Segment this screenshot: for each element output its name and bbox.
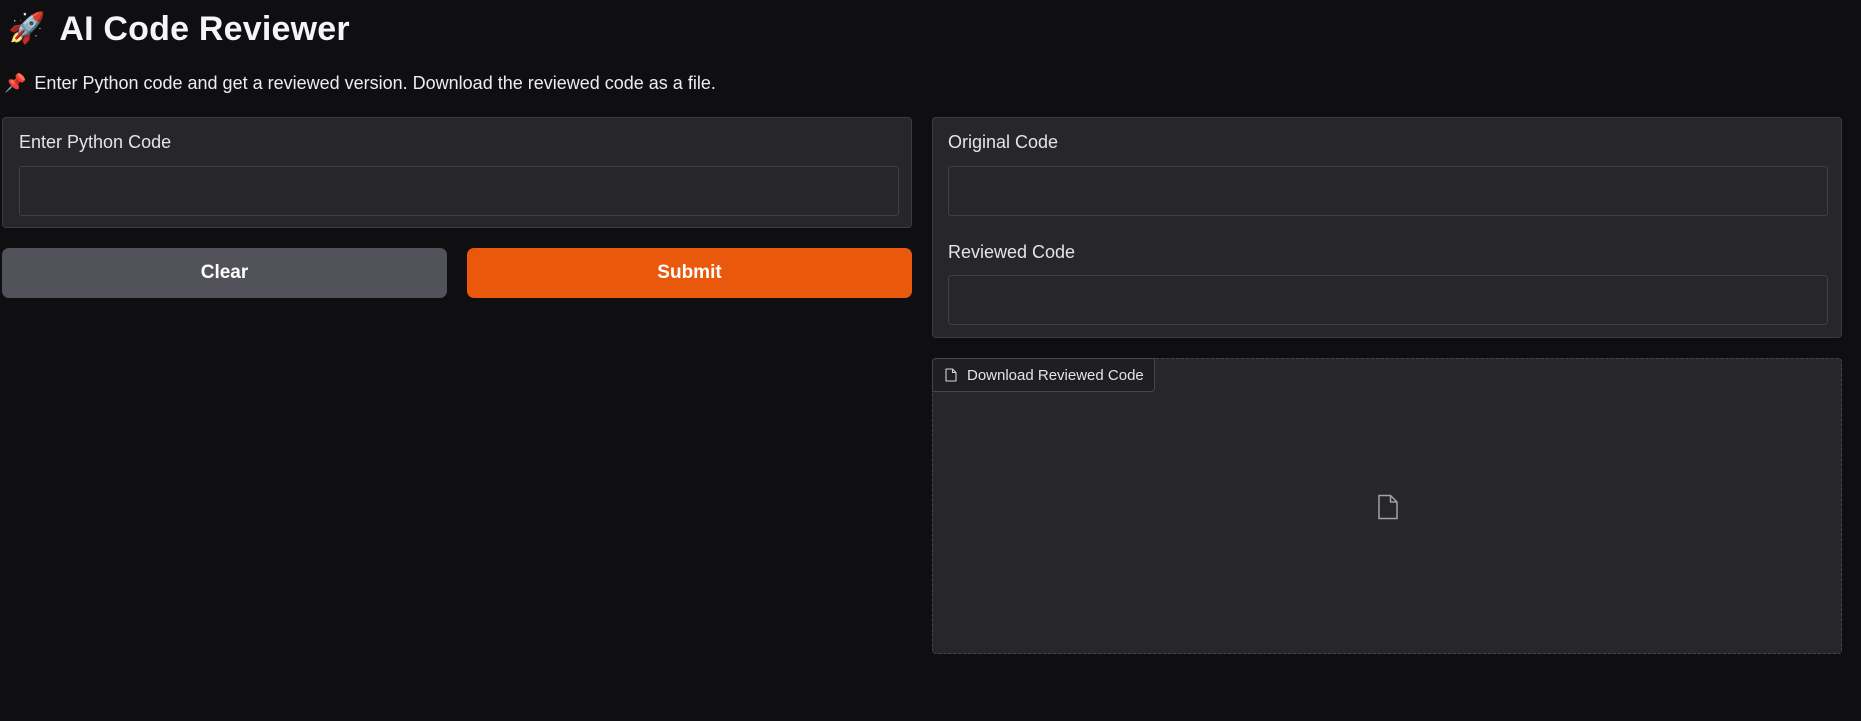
empty-file-icon	[1378, 494, 1398, 520]
original-code-label: Original Code	[948, 132, 1059, 152]
input-code-label: Enter Python Code	[19, 132, 172, 152]
clear-button[interactable]: Clear	[2, 248, 447, 298]
python-code-input[interactable]	[19, 166, 899, 216]
download-label: Download Reviewed Code	[967, 366, 1144, 384]
download-label-tab: Download Reviewed Code	[932, 358, 1155, 392]
download-file-area[interactable]: Download Reviewed Code	[932, 358, 1842, 654]
page-title: AI Code Reviewer	[59, 9, 350, 48]
page-header: 🚀 AI Code Reviewer	[8, 6, 350, 52]
submit-button[interactable]: Submit	[467, 248, 912, 298]
page-description: 📌 Enter Python code and get a reviewed v…	[4, 70, 716, 96]
original-code-output[interactable]	[948, 166, 1828, 216]
file-icon	[945, 368, 957, 382]
description-text: Enter Python code and get a reviewed ver…	[34, 72, 716, 93]
pushpin-icon: 📌	[4, 72, 27, 94]
reviewed-code-output[interactable]	[948, 275, 1828, 325]
input-panel: Enter Python Code	[2, 117, 912, 228]
output-panel: Original Code Reviewed Code	[932, 117, 1842, 338]
reviewed-code-label: Reviewed Code	[948, 242, 1076, 262]
rocket-icon: 🚀	[8, 11, 46, 46]
